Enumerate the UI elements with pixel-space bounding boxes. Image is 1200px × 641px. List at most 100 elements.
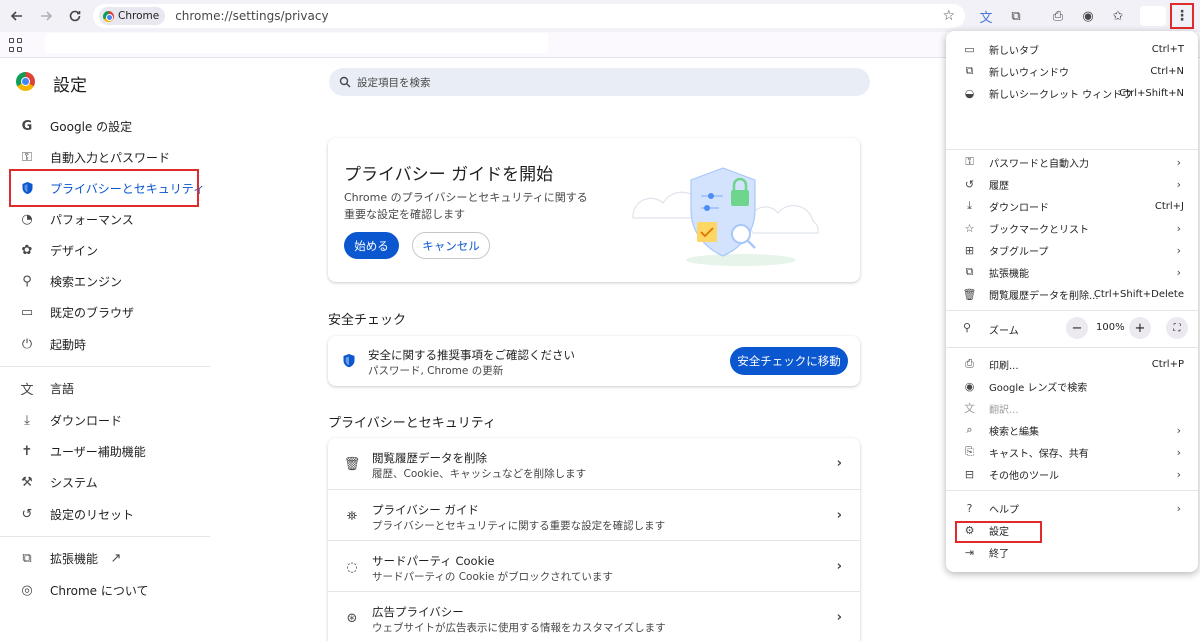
menu-item-print[interactable]: ⎙ 印刷... Ctrl+P	[946, 353, 1198, 375]
extensions-icon[interactable]: ⧉	[1006, 6, 1026, 26]
chevron-right-icon: ›	[836, 456, 842, 471]
menu-item-downloads[interactable]: ⤓ ダウンロード Ctrl+J	[946, 195, 1198, 217]
menu-item-passwords[interactable]: ⚿ パスワードと自動入力 ›	[946, 151, 1198, 173]
menu-item-history[interactable]: ↺ 履歴 ›	[946, 173, 1198, 195]
sidebar-item-extensions[interactable]: ⧉ 拡張機能 ↗	[0, 543, 210, 573]
menu-item-new-tab[interactable]: ▭ 新しいタブ Ctrl+T	[946, 38, 1198, 60]
start-button[interactable]: 始める	[344, 232, 399, 259]
menu-item-cast-save-share[interactable]: ⎘ キャスト、保存、共有 ›	[946, 441, 1198, 463]
bookmark-star-icon[interactable]: ☆	[942, 8, 955, 24]
row-subtitle: プライバシーとセキュリティに関する重要な設定を確認します	[372, 520, 666, 532]
menu-item-tab-groups[interactable]: ⊞ タブグループ ›	[946, 239, 1198, 261]
sidebar-item-performance[interactable]: ◔ パフォーマンス	[0, 204, 210, 234]
menu-item-label: ダウンロード	[989, 202, 1049, 214]
menu-item-help[interactable]: ? ヘルプ ›	[946, 497, 1198, 519]
menu-item-new-window[interactable]: ⧉ 新しいウィンドウ Ctrl+N	[946, 60, 1198, 82]
sidebar-item-downloads[interactable]: ⤓ ダウンロード	[0, 405, 210, 435]
ad-privacy-row[interactable]: ⊛ 広告プライバシー ウェブサイトが広告表示に使用する情報をカスタマイズします …	[328, 591, 860, 641]
reading-list-icon[interactable]: ✩	[1108, 6, 1128, 26]
menu-shortcut: Ctrl+N	[1150, 65, 1184, 77]
reload-icon[interactable]	[63, 4, 87, 28]
sidebar-item-default-browser[interactable]: ▭ 既定のブラウザ	[0, 297, 210, 327]
new-window-icon: ⧉	[965, 64, 974, 77]
menu-shortcut: Ctrl+J	[1154, 200, 1184, 212]
puzzle-icon: ⧉	[22, 550, 32, 566]
menu-item-incognito[interactable]: ◒ 新しいシークレット ウィンドウ Ctrl+Shift+N	[946, 82, 1198, 104]
address-bar[interactable]: Chrome chrome://settings/privacy ☆	[93, 4, 965, 28]
find-icon: ⌕	[966, 423, 973, 436]
wrench-icon: ⚒	[21, 474, 33, 490]
puzzle-icon: ⧉	[965, 265, 974, 278]
chevron-right-icon: ›	[836, 610, 842, 625]
privacy-guide-row[interactable]: ⛯ プライバシー ガイド プライバシーとセキュリティに関する重要な設定を確認しま…	[328, 489, 860, 540]
page-title: 設定	[53, 76, 87, 96]
sidebar-item-reset[interactable]: ↺ 設定のリセット	[0, 499, 210, 529]
menu-item-clear-data[interactable]: 🗑 閲覧履歴データを削除... Ctrl+Shift+Delete	[946, 283, 1198, 305]
chrome-icon: ◎	[21, 582, 33, 598]
sidebar-item-label: デザイン	[50, 243, 99, 258]
sidebar-item-label: 自動入力とパスワード	[50, 150, 171, 165]
key-icon: ⚿	[22, 149, 32, 165]
sidebar-item-appearance[interactable]: ✿ デザイン	[0, 235, 210, 265]
translate-icon[interactable]: 文	[976, 6, 996, 26]
highlight-box	[955, 521, 1042, 543]
menu-item-google-lens[interactable]: ◉ Google レンズで検索	[946, 375, 1198, 397]
clear-browsing-data-row[interactable]: 🗑 閲覧履歴データを削除 履歴、Cookie、キャッシュなどを削除します ›	[328, 438, 860, 489]
chevron-right-icon: ›	[1176, 445, 1181, 459]
fullscreen-icon[interactable]: ⛶	[1166, 317, 1188, 339]
forward-icon[interactable]	[34, 4, 58, 28]
more-menu-icon[interactable]: ⋮	[1170, 3, 1194, 29]
zoom-value: 100%	[1096, 322, 1125, 333]
apps-grid-icon[interactable]	[9, 38, 23, 52]
sidebar-item-accessibility[interactable]: ✝ ユーザー補助機能	[0, 436, 210, 466]
new-tab-icon: ▭	[964, 42, 975, 56]
go-to-safety-check-button[interactable]: 安全チェックに移動	[730, 347, 848, 375]
lens-icon[interactable]: ◉	[1078, 6, 1098, 26]
settings-search-input[interactable]: 設定項目を検索	[329, 68, 870, 96]
site-chip[interactable]: Chrome	[99, 7, 166, 25]
menu-item-label: 拡張機能	[989, 268, 1029, 280]
url-text[interactable]: chrome://settings/privacy	[175, 9, 328, 23]
row-title: 閲覧履歴データを削除	[372, 451, 487, 465]
sidebar-item-autofill[interactable]: ⚿ 自動入力とパスワード	[0, 142, 210, 172]
sidebar-item-system[interactable]: ⚒ システム	[0, 467, 210, 497]
chevron-right-icon: ›	[1176, 265, 1181, 279]
avatar[interactable]	[1140, 6, 1166, 26]
menu-item-label: 終了	[989, 548, 1009, 560]
menu-item-bookmarks[interactable]: ☆ ブックマークとリスト ›	[946, 217, 1198, 239]
sidebar-item-label: ダウンロード	[50, 413, 123, 428]
print-icon: ⎙	[965, 357, 974, 370]
sidebar-divider	[0, 366, 210, 367]
menu-item-label: ブックマークとリスト	[989, 224, 1089, 236]
menu-item-label: その他のツール	[989, 470, 1059, 482]
third-party-cookies-row[interactable]: ◌ サードパーティ Cookie サードパーティの Cookie がブロックされ…	[328, 540, 860, 591]
print-icon[interactable]: ⎙	[1048, 6, 1068, 26]
back-icon[interactable]	[5, 4, 29, 28]
sidebar-item-about[interactable]: ◎ Chrome について	[0, 575, 210, 605]
sidebar-item-languages[interactable]: 文 言語	[0, 373, 210, 403]
google-icon: G	[21, 118, 33, 134]
sidebar-item-on-startup[interactable]: ⏻ 起動時	[0, 329, 210, 359]
external-link-icon: ↗	[110, 550, 122, 566]
exit-icon: ⇥	[964, 545, 975, 559]
sidebar-item-label: 検索エンジン	[50, 274, 123, 289]
search-icon: ⚲	[22, 273, 32, 289]
zoom-in-button[interactable]: +	[1129, 317, 1151, 339]
palette-icon: ✿	[21, 242, 33, 258]
menu-item-label: 印刷...	[989, 360, 1019, 372]
chrome-logo-icon	[16, 72, 35, 91]
menu-item-exit[interactable]: ⇥ 終了	[946, 541, 1198, 563]
sidebar-item-label: Chrome について	[50, 583, 149, 598]
chevron-right-icon: ›	[836, 559, 842, 574]
menu-divider	[946, 490, 1198, 491]
menu-item-label: Google レンズで検索	[989, 382, 1088, 394]
cancel-button[interactable]: キャンセル	[412, 232, 490, 259]
menu-item-extensions[interactable]: ⧉ 拡張機能 ›	[946, 261, 1198, 283]
menu-item-find-edit[interactable]: ⌕ 検索と編集 ›	[946, 419, 1198, 441]
sidebar-item-search-engine[interactable]: ⚲ 検索エンジン	[0, 266, 210, 296]
chevron-right-icon: ›	[1176, 467, 1181, 481]
translate-icon: 文	[964, 402, 975, 415]
menu-item-more-tools[interactable]: ⊟ その他のツール ›	[946, 463, 1198, 485]
zoom-out-button[interactable]: −	[1066, 317, 1088, 339]
sidebar-item-google[interactable]: G Google の設定	[0, 111, 210, 141]
